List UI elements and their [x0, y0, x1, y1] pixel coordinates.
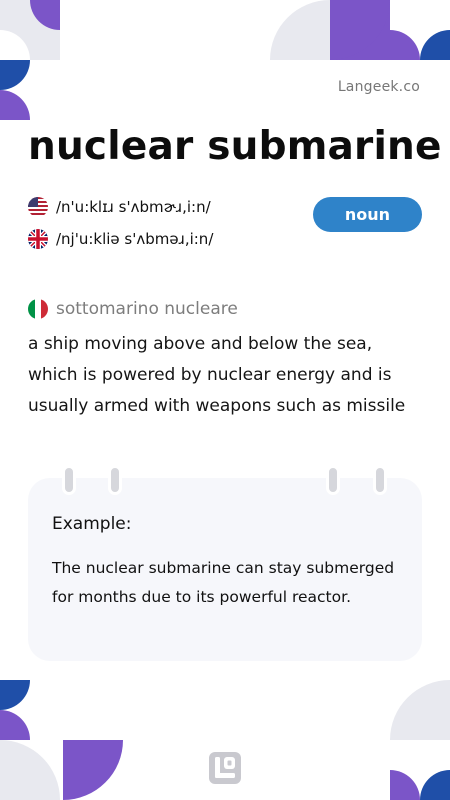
- binder-ring-icon: [373, 465, 387, 495]
- decor-bottom-right: [390, 680, 450, 800]
- example-sentence: The nuclear submarine can stay submerged…: [52, 559, 395, 606]
- binder-ring-icon: [108, 465, 122, 495]
- us-flag-icon: [28, 197, 48, 217]
- decor-bottom-left: [0, 680, 123, 800]
- uk-flag-icon: [28, 229, 48, 249]
- part-of-speech-badge[interactable]: noun: [313, 197, 422, 232]
- decor-top-left: [0, 0, 60, 120]
- headword: nuclear submarine: [28, 124, 442, 169]
- pronunciation-us-ipa: /n'u:klɪɹ s'ʌbmɚɹ,i:n/: [56, 198, 211, 216]
- definition-text: a ship moving above and below the sea, w…: [28, 334, 406, 416]
- translation: sottomarino nucleare: [28, 299, 238, 319]
- italy-flag-icon: [28, 299, 48, 319]
- binder-ring-icon: [326, 465, 340, 495]
- brand-label[interactable]: Langeek.co: [338, 79, 420, 95]
- translation-text: sottomarino nucleare: [56, 299, 238, 319]
- pronunciation-uk[interactable]: /nj'u:kliə s'ʌbməɹ,i:n/: [28, 229, 213, 249]
- example-title: Example:: [52, 514, 132, 534]
- pronunciation-uk-ipa: /nj'u:kliə s'ʌbməɹ,i:n/: [56, 230, 214, 248]
- decor-top-right-arc: [330, 0, 390, 60]
- pronunciation-us[interactable]: /n'u:klɪɹ s'ʌbmɚɹ,i:n/: [28, 197, 211, 217]
- langeek-logo-icon: [209, 752, 241, 784]
- binder-ring-icon: [62, 465, 76, 495]
